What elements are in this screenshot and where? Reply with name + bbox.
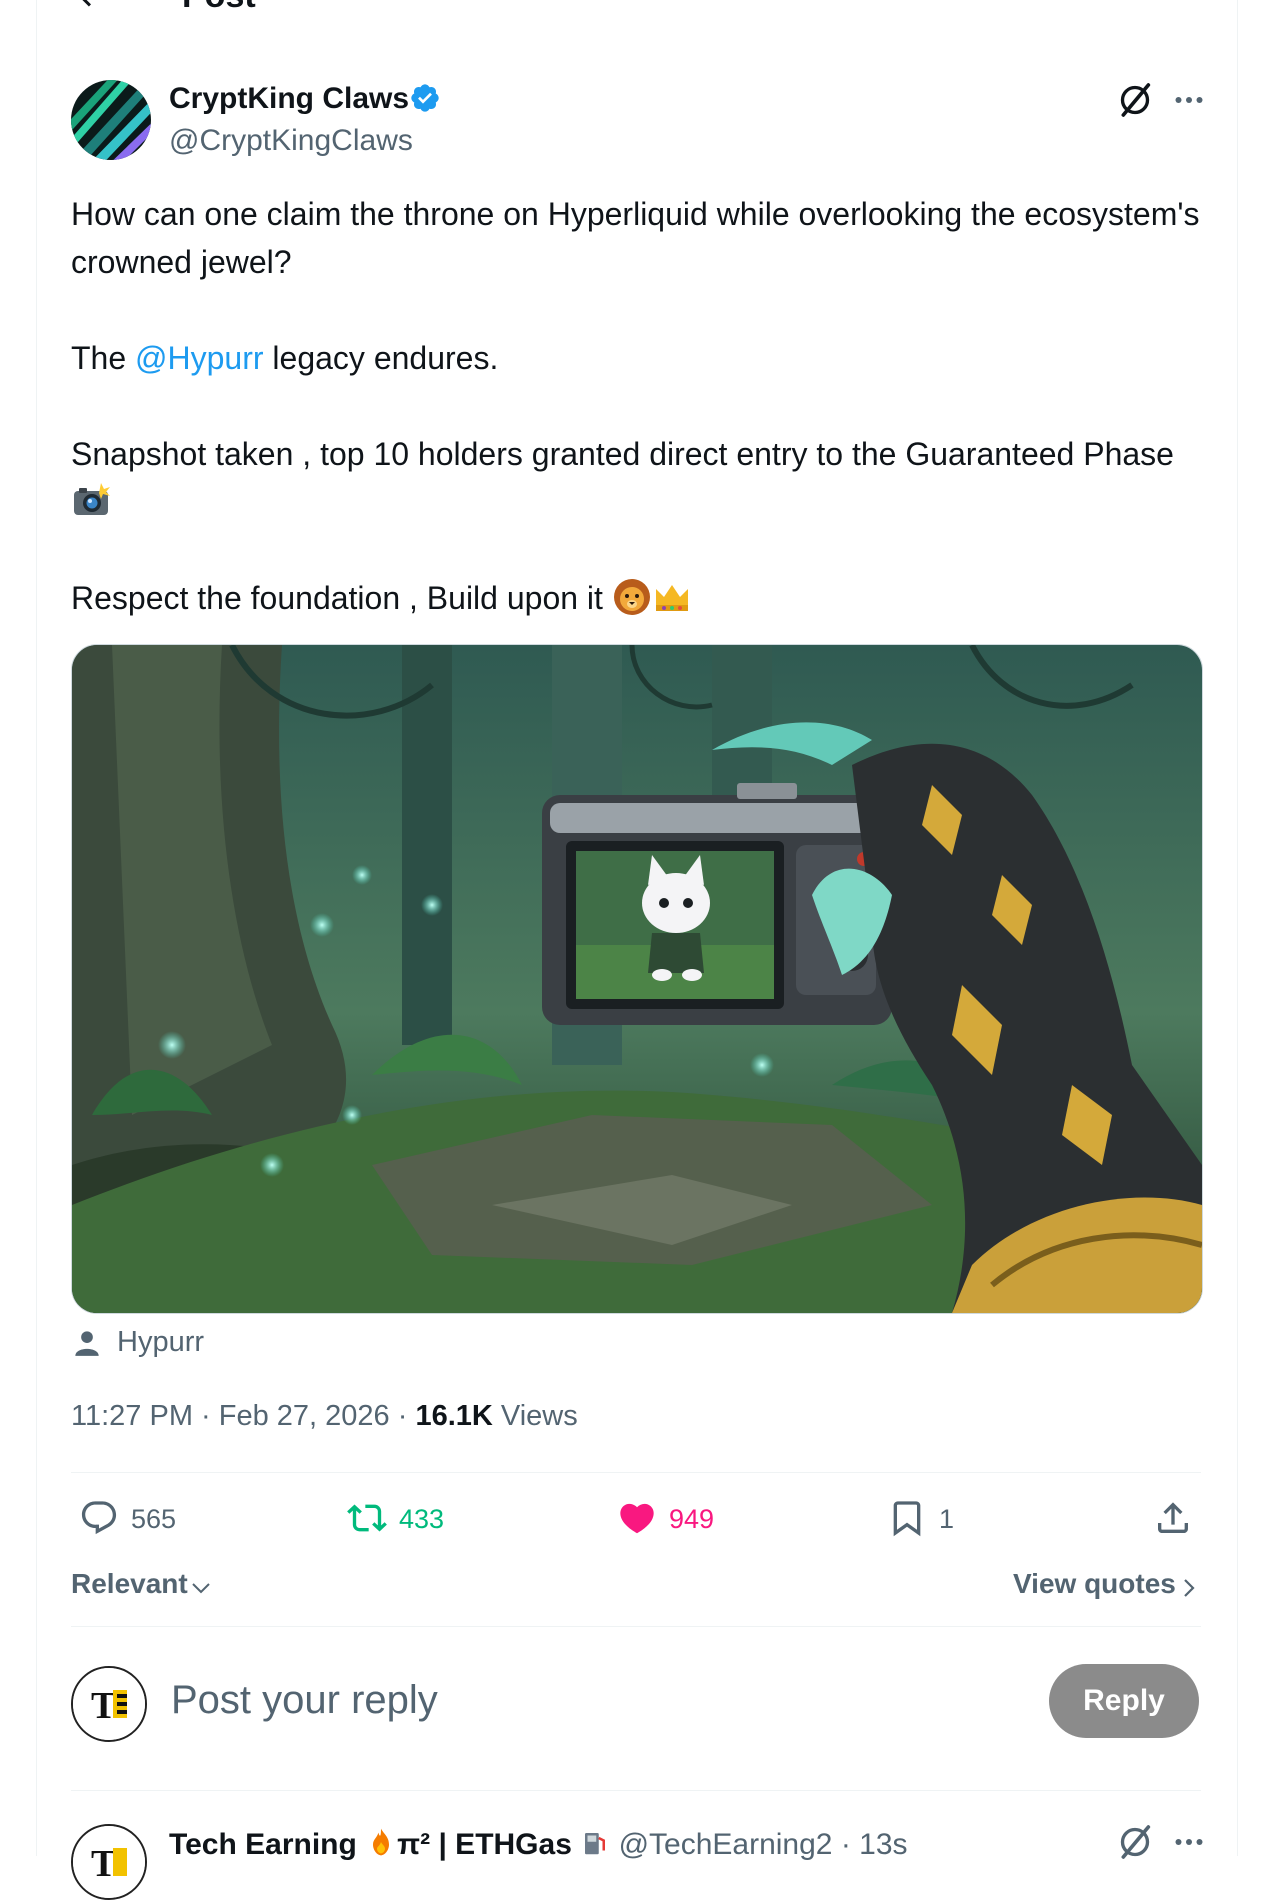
like-count: 949: [669, 1504, 715, 1534]
separator: ·: [389, 1400, 416, 1432]
reply-input[interactable]: Post your reply: [171, 1678, 438, 1723]
main-column: Post CryptKing Claws @CryptKingClaws How…: [36, 0, 1238, 1900]
svg-text:T: T: [91, 1843, 116, 1885]
divider: [71, 1626, 1201, 1627]
mention-link[interactable]: @Hypurr: [135, 340, 264, 376]
post-paragraph-1: How can one claim the throne on Hyperliq…: [71, 196, 1200, 280]
forest-camera-illustration: [72, 645, 1202, 1313]
view-quotes-link[interactable]: View quotes: [1013, 1568, 1176, 1600]
views-label: Views: [492, 1400, 578, 1432]
user-avatar[interactable]: T: [71, 1666, 147, 1742]
post-paragraph-3: Snapshot taken , top 10 holders granted …: [71, 430, 1201, 526]
divider: [71, 1790, 1201, 1791]
post-date[interactable]: Feb 27, 2026: [219, 1400, 390, 1432]
text-segment: The: [71, 340, 136, 376]
grok-icon[interactable]: [1115, 80, 1155, 120]
share-icon: [1158, 1502, 1188, 1533]
reply-time[interactable]: 13s: [859, 1828, 907, 1861]
more-options-icon[interactable]: [1171, 82, 1207, 118]
camera-flash-emoji-icon: [74, 483, 110, 515]
author-handle[interactable]: @CryptKingClaws: [169, 124, 413, 158]
reply-button[interactable]: Reply: [1049, 1664, 1199, 1738]
sort-dropdown[interactable]: Relevant: [71, 1568, 188, 1600]
post-meta: 11:27 PM · Feb 27, 2026 · 16.1K Views: [71, 1400, 578, 1433]
reply-author-avatar[interactable]: T: [71, 1824, 147, 1900]
reply-icon: [81, 1501, 117, 1535]
chevron-right-icon[interactable]: [1177, 1576, 1201, 1600]
views-count: 16.1K: [415, 1400, 493, 1432]
post-time[interactable]: 11:27 PM: [71, 1400, 193, 1432]
reply-author-name[interactable]: Tech Earning π² | ETHGas @TechEarning2 ·…: [169, 1826, 908, 1862]
fire-emoji-icon: [373, 1828, 390, 1856]
person-icon: [75, 1331, 99, 1356]
post-text: How can one claim the throne on Hyperliq…: [71, 190, 1201, 622]
chevron-down-icon[interactable]: [189, 1576, 213, 1600]
text-segment: legacy endures.: [263, 340, 499, 376]
fuel-pump-emoji-icon: [585, 1833, 606, 1855]
crown-emoji-icon: [655, 585, 688, 611]
repost-icon: [347, 1504, 387, 1532]
repost-count: 433: [399, 1504, 445, 1534]
verified-badge-icon: [411, 84, 439, 112]
author-name[interactable]: CryptKing Claws: [169, 82, 409, 116]
svg-text:T: T: [91, 1685, 116, 1727]
author-avatar[interactable]: [71, 80, 151, 160]
reply-author-name-part: Tech Earning: [169, 1828, 357, 1861]
post-media-image[interactable]: [71, 644, 1203, 1314]
bookmark-icon: [893, 1501, 921, 1537]
separator: ·: [832, 1828, 860, 1861]
post-paragraph-2: The @Hypurr legacy endures.: [71, 334, 1201, 382]
bookmark-count: 1: [939, 1504, 955, 1534]
top-bar: Post: [37, 0, 1237, 22]
more-options-icon[interactable]: [1171, 1824, 1207, 1860]
lion-emoji-icon: [613, 579, 650, 615]
post-paragraph-4: Respect the foundation , Build upon it: [71, 574, 1201, 622]
heart-icon: [620, 1503, 654, 1534]
text-segment: Snapshot taken , top 10 holders granted …: [71, 436, 1174, 472]
separator: ·: [192, 1400, 219, 1432]
tagged-user-name[interactable]: Hypurr: [117, 1326, 204, 1359]
reply-author-handle[interactable]: @TechEarning2: [619, 1828, 833, 1861]
text-segment: Respect the foundation , Build upon it: [71, 580, 603, 616]
reply-count: 565: [131, 1504, 177, 1534]
grok-icon[interactable]: [1115, 1822, 1155, 1862]
arrow-left-icon[interactable]: [73, 0, 109, 14]
page-title: Post: [182, 0, 256, 14]
reply-author-name-part: π² | ETHGas: [397, 1828, 572, 1861]
divider: [71, 1472, 1201, 1473]
